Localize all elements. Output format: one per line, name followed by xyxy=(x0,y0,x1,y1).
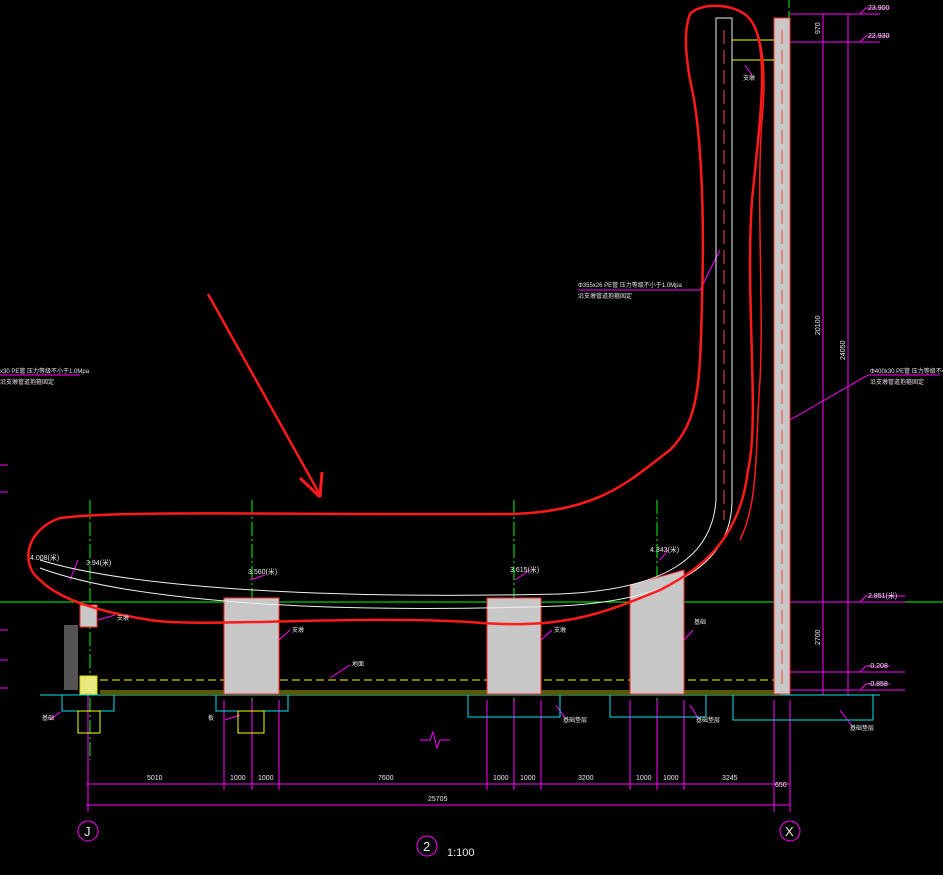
hdim-2: 1000 xyxy=(230,775,246,782)
dim-650: 650 xyxy=(775,782,787,789)
point-label-1: 4.008(米) xyxy=(30,553,59,562)
arrow-shaft xyxy=(206,293,322,496)
hdim-8: 1000 xyxy=(636,775,652,782)
foundations xyxy=(40,694,880,721)
pipe-note-left-1: x30 PE管 压力等级不小于1.0Mpa xyxy=(0,367,90,375)
label-top-block: 支墩 xyxy=(743,74,755,82)
pipe-note-right-1: Φ400x30 PE管 压力等级不小于 xyxy=(870,367,943,375)
label-base: 基础 xyxy=(42,714,54,722)
point-label-2: 3.94(米) xyxy=(86,558,111,567)
dim-970: 970 xyxy=(815,22,822,34)
elev-top: 23.900 xyxy=(868,5,890,12)
hdim-10: 3245 xyxy=(722,775,738,782)
axis-label-right: X xyxy=(785,824,794,839)
elev-ground2: -0.858 xyxy=(868,681,888,688)
hdim-3: 1000 xyxy=(258,775,274,782)
pier-2 xyxy=(223,597,280,695)
hdim-4: 7600 xyxy=(378,775,394,782)
label-small: 板 xyxy=(208,714,214,722)
red-annotation xyxy=(27,4,765,626)
pipe-note-main-2: 沿支墩管道抱箍固定 xyxy=(578,292,632,300)
center-lines xyxy=(0,0,943,760)
dim-20100: 20100 xyxy=(815,315,822,335)
total-span: 25705 xyxy=(428,796,448,803)
point-label-3: 3.560(米) xyxy=(248,567,277,576)
footing-posts xyxy=(77,710,265,734)
support-piers xyxy=(79,17,791,695)
pipe-note-left-2: 沿支墩管道抱箍固定 xyxy=(0,378,54,386)
label-pier: 支墩 xyxy=(117,614,129,622)
hdim-9: 1000 xyxy=(663,775,679,782)
label-found: 基础 xyxy=(694,618,706,626)
elev-ground1: -0.208 xyxy=(868,663,888,670)
label-bottom-found1: 基础垫层 xyxy=(563,716,587,724)
highlight-outline xyxy=(27,4,764,626)
pipe-note-main-1: Φ355x26 PE管 压力等级不小于1.0Mpa xyxy=(578,281,682,289)
label-bottom-found2: 基础垫层 xyxy=(696,716,720,724)
elev-platform: 2.851(米) xyxy=(868,591,897,600)
pier-4 xyxy=(629,569,685,695)
hdim-7: 3200 xyxy=(578,775,594,782)
pier-base-1 xyxy=(79,675,98,695)
pipe xyxy=(39,17,774,609)
label-ground: 地面 xyxy=(352,660,364,668)
cad-drawing: 23.900 22.930 2.851(米) -0.208 -0.858 970… xyxy=(0,0,943,859)
axis-bubbles xyxy=(77,820,801,857)
point-label-4: 3.615(米) xyxy=(510,565,539,574)
hdim-1: 5010 xyxy=(147,775,163,782)
point-label-5: 4.343(米) xyxy=(650,545,679,554)
scale-label: 1:100 xyxy=(447,847,475,859)
hdim-5: 1000 xyxy=(493,775,509,782)
label-bottom-found3: 基础垫层 xyxy=(850,724,874,732)
elev-second: 22.930 xyxy=(868,33,890,40)
pier-3 xyxy=(486,597,542,695)
hdim-6: 1000 xyxy=(520,775,536,782)
label-block-l: 支墩 xyxy=(292,626,304,634)
pipe-note-right-2: 沿支墩管道抱箍固定 xyxy=(870,378,924,386)
dim-24050: 24050 xyxy=(840,340,847,360)
axis-label-mid: 2 xyxy=(423,839,430,854)
axis-label-left: J xyxy=(84,824,91,839)
label-block-r: 支墩 xyxy=(554,626,566,634)
break-line xyxy=(420,730,450,750)
dim-2700: 2700 xyxy=(815,629,822,645)
